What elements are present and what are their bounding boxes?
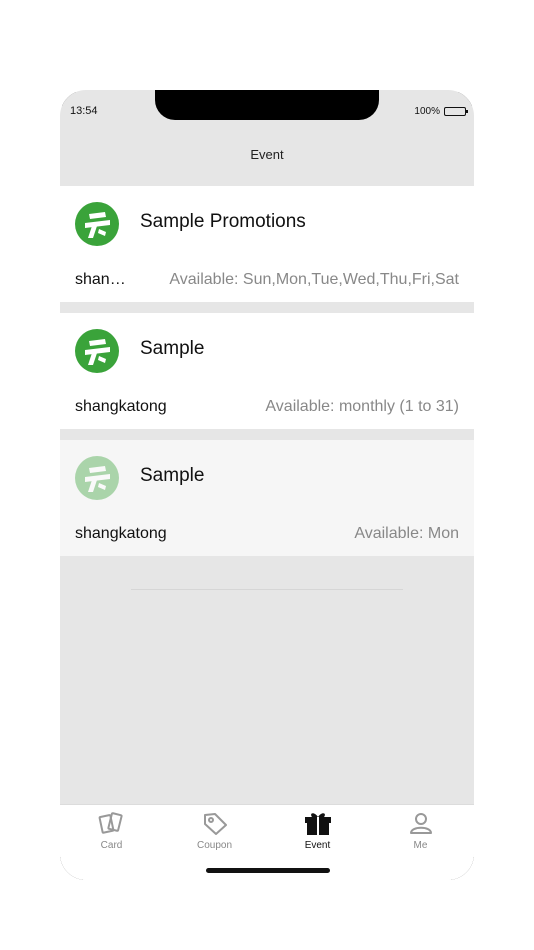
page-title: Event [250, 147, 284, 162]
tab-label: Event [304, 840, 331, 851]
home-indicator[interactable] [206, 868, 330, 873]
gift-icon [266, 809, 369, 837]
tab-card[interactable]: Card [60, 809, 163, 851]
tab-label: Me [413, 840, 428, 851]
list-end-divider [131, 589, 403, 590]
battery-percent: 100% [414, 106, 440, 117]
screen-corner [60, 857, 83, 880]
screen-corner [458, 90, 474, 106]
event-title: Sample Promotions [140, 211, 306, 232]
device-notch [155, 90, 379, 120]
event-title: Sample [140, 338, 205, 359]
event-card[interactable]: Sample Promotions shangkatong Available:… [60, 186, 474, 302]
phone-screen: 13:54 100% Event Sample Promotions shang… [60, 90, 474, 880]
event-card[interactable]: Sample shangkatong Available: Mon [60, 440, 474, 556]
availability-text: Available: monthly (1 to 31) [265, 398, 459, 415]
card-logo-icon [75, 202, 119, 246]
person-icon [369, 809, 472, 837]
screen-corner [60, 90, 76, 106]
tab-label: Card [100, 840, 123, 851]
card-logo-icon [75, 329, 119, 373]
event-title: Sample [140, 465, 205, 486]
battery-status: 100% [414, 106, 468, 117]
availability-text: Available: Sun,Mon,Tue,Wed,Thu,Fri,Sat [169, 271, 459, 288]
tag-icon [163, 809, 266, 837]
status-time: 13:54 [70, 105, 98, 117]
merchant-name: shangkatong [75, 271, 133, 288]
merchant-name: shangkatong [75, 398, 167, 415]
merchant-name: shangkatong [75, 525, 167, 542]
tab-label: Coupon [196, 840, 233, 851]
screen-corner [451, 857, 474, 880]
tab-coupon[interactable]: Coupon [163, 809, 266, 851]
cards-icon [60, 809, 163, 837]
event-list: Sample Promotions shangkatong Available:… [60, 186, 474, 556]
battery-icon [444, 107, 468, 116]
event-card[interactable]: Sample shangkatong Available: monthly (1… [60, 313, 474, 429]
availability-text: Available: Mon [354, 525, 459, 542]
tab-me[interactable]: Me [369, 809, 472, 851]
tab-event[interactable]: Event [266, 809, 369, 851]
card-logo-icon [75, 456, 119, 500]
